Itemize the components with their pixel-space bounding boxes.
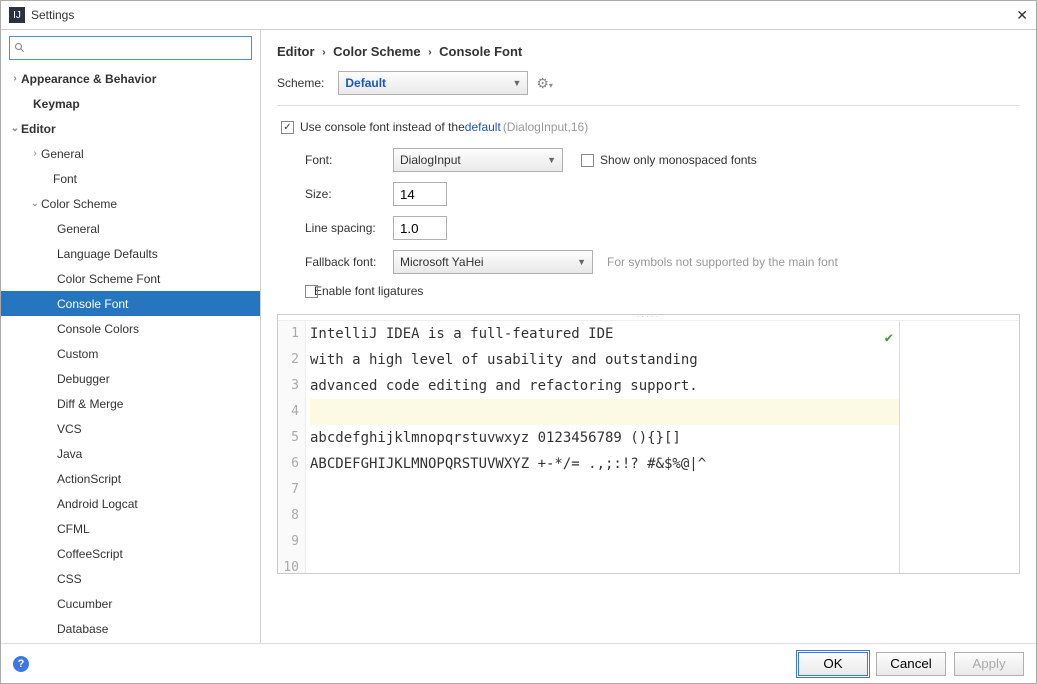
preview-side: [899, 321, 1019, 573]
tree-cs-console-font[interactable]: Console Font: [1, 291, 260, 316]
tree-cs-cucumber[interactable]: Cucumber: [1, 591, 260, 616]
chevron-right-icon: ›: [322, 47, 325, 58]
search-input-container[interactable]: [9, 36, 252, 60]
tree-cs-console-colors[interactable]: Console Colors: [1, 316, 260, 341]
line-spacing-label: Line spacing:: [305, 221, 393, 235]
check-icon: ✔: [885, 325, 893, 351]
chevron-down-icon: ▼: [512, 78, 521, 88]
use-console-font-checkbox[interactable]: Use console font instead of the default …: [281, 120, 1020, 134]
checkbox-icon: [281, 121, 294, 134]
preview-panel: ····· 12345678910 ✔ IntelliJ IDEA is a f…: [277, 314, 1020, 574]
sidebar: ›Appearance & Behavior Keymap ⌄Editor ›G…: [1, 30, 261, 644]
titlebar: IJ Settings ✕: [1, 1, 1036, 30]
breadcrumb: Editor › Color Scheme › Console Font: [277, 40, 1020, 71]
scheme-select[interactable]: Default ▼: [338, 71, 528, 95]
size-input[interactable]: [393, 182, 447, 206]
font-select[interactable]: DialogInput ▼: [393, 148, 563, 172]
close-icon[interactable]: ✕: [1016, 7, 1028, 24]
scheme-label: Scheme:: [277, 76, 324, 90]
tree-general[interactable]: ›General: [1, 141, 260, 166]
ligatures-label: Enable font ligatures: [314, 284, 423, 298]
tree-cs-custom[interactable]: Custom: [1, 341, 260, 366]
app-icon: IJ: [9, 7, 25, 23]
mono-checkbox[interactable]: [581, 154, 594, 167]
gear-icon[interactable]: ⚙▾: [536, 75, 553, 92]
tree-cs-coffeescript[interactable]: CoffeeScript: [1, 541, 260, 566]
tree-cs-diff-merge[interactable]: Diff & Merge: [1, 391, 260, 416]
chevron-down-icon: ▼: [547, 155, 556, 165]
tree-cs-cfml[interactable]: CFML: [1, 516, 260, 541]
settings-tree: ›Appearance & Behavior Keymap ⌄Editor ›G…: [1, 66, 260, 644]
main-panel: Editor › Color Scheme › Console Font Sch…: [261, 30, 1036, 644]
tree-cs-android-logcat[interactable]: Android Logcat: [1, 491, 260, 516]
footer: ? OK Cancel Apply: [1, 643, 1036, 683]
tree-cs-vcs[interactable]: VCS: [1, 416, 260, 441]
tree-cs-database[interactable]: Database: [1, 616, 260, 641]
tree-cs-debugger[interactable]: Debugger: [1, 366, 260, 391]
tree-color-scheme[interactable]: ⌄Color Scheme: [1, 191, 260, 216]
fallback-label: Fallback font:: [305, 255, 393, 269]
tree-keymap[interactable]: Keymap: [1, 91, 260, 116]
preview-gutter: 12345678910: [278, 321, 306, 573]
tree-font[interactable]: Font: [1, 166, 260, 191]
line-spacing-input[interactable]: [393, 216, 447, 240]
apply-button[interactable]: Apply: [954, 652, 1024, 676]
chevron-right-icon: ›: [428, 47, 431, 58]
tree-editor[interactable]: ⌄Editor: [1, 116, 260, 141]
chevron-down-icon: ▼: [577, 257, 586, 267]
mono-label: Show only monospaced fonts: [600, 153, 757, 167]
fallback-font-select[interactable]: Microsoft YaHei ▼: [393, 250, 593, 274]
tree-cs-language-defaults[interactable]: Language Defaults: [1, 241, 260, 266]
search-icon: [14, 42, 26, 54]
window-title: Settings: [31, 8, 1016, 22]
tree-cs-actionscript[interactable]: ActionScript: [1, 466, 260, 491]
tree-cs-java[interactable]: Java: [1, 441, 260, 466]
cancel-button[interactable]: Cancel: [876, 652, 946, 676]
fallback-hint: For symbols not supported by the main fo…: [607, 255, 838, 269]
tree-cs-css[interactable]: CSS: [1, 566, 260, 591]
tree-cs-scheme-font[interactable]: Color Scheme Font: [1, 266, 260, 291]
help-icon[interactable]: ?: [13, 656, 29, 672]
preview-code[interactable]: ✔ IntelliJ IDEA is a full-featured IDEwi…: [306, 321, 899, 573]
default-link[interactable]: default: [465, 120, 501, 134]
ok-button[interactable]: OK: [798, 652, 868, 676]
size-label: Size:: [305, 187, 393, 201]
tree-cs-general[interactable]: General: [1, 216, 260, 241]
search-input[interactable]: [30, 41, 247, 55]
ligatures-checkbox[interactable]: [305, 285, 318, 298]
font-label: Font:: [305, 153, 393, 167]
tree-appearance-behavior[interactable]: ›Appearance & Behavior: [1, 66, 260, 91]
